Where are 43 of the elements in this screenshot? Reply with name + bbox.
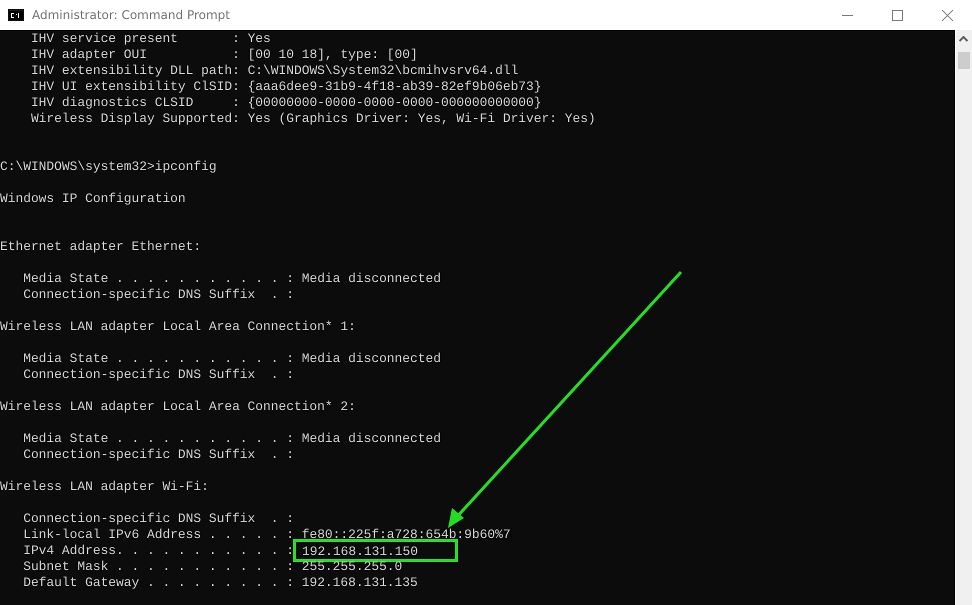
setting-value: {aaa6dee9-31b9-4f18-ab39-82ef9b06eb73} bbox=[248, 79, 542, 95]
scrollbar[interactable] bbox=[955, 30, 972, 605]
console-line: Wireless LAN adapter Local Area Connection* 1: bbox=[0, 319, 356, 335]
setting-label: Default Gateway . . . . . . . . . : bbox=[22, 575, 294, 591]
console-line: Connection-specific DNS Suffix . : bbox=[22, 447, 294, 463]
console-line: C:\WINDOWS\system32>ipconfig bbox=[0, 159, 217, 175]
console-line: Wireless LAN adapter Wi-Fi: bbox=[0, 479, 209, 495]
console-line: Wireless LAN adapter Local Area Connection* 2: bbox=[0, 399, 356, 415]
window-title: Administrator: Command Prompt bbox=[32, 8, 230, 22]
setting-label: IPv4 Address. . . . . . . . . . . : bbox=[22, 543, 294, 559]
console-line: Connection-specific DNS Suffix . : bbox=[22, 287, 294, 303]
setting-label: IHV service present : bbox=[30, 31, 240, 47]
setting-label: Media State . . . . . . . . . . . : bbox=[22, 431, 294, 447]
setting-label: IHV adapter OUI : bbox=[30, 47, 240, 63]
setting-value: fe80::225f:a728:654b:9b60%7 bbox=[302, 527, 511, 543]
setting-label: Media State . . . . . . . . . . . : bbox=[22, 351, 294, 367]
setting-label: IHV UI extensibility ClSID: bbox=[30, 79, 240, 95]
console-line: Connection-specific DNS Suffix . : bbox=[22, 511, 294, 527]
setting-value: Media disconnected bbox=[302, 351, 441, 367]
terminal-icon bbox=[8, 9, 24, 21]
setting-value: C:\WINDOWS\System32\bcmihvsrv64.dll bbox=[248, 63, 518, 79]
close-icon bbox=[942, 10, 952, 20]
setting-label: Subnet Mask . . . . . . . . . . . : bbox=[22, 559, 294, 575]
setting-value: 192.168.131.135 bbox=[302, 575, 418, 591]
setting-value: Yes bbox=[248, 31, 271, 47]
setting-value: [00 10 18], type: [00] bbox=[248, 47, 418, 63]
setting-value: 255.255.255.0 bbox=[302, 559, 402, 575]
setting-value: {00000000-0000-0000-0000-000000000000} bbox=[248, 95, 542, 111]
setting-label: Media State . . . . . . . . . . . : bbox=[22, 271, 294, 287]
console-line: Ethernet adapter Ethernet: bbox=[0, 239, 202, 255]
console-line: Connection-specific DNS Suffix . : bbox=[22, 367, 294, 383]
scroll-thumb[interactable] bbox=[958, 52, 970, 69]
setting-label: IHV diagnostics CLSID : bbox=[30, 95, 240, 111]
maximize-icon bbox=[892, 10, 902, 20]
setting-value: Media disconnected bbox=[302, 271, 441, 287]
setting-label: Link-local IPv6 Address . . . . . : bbox=[22, 527, 294, 543]
chevron-up-icon bbox=[959, 36, 968, 42]
setting-value: Yes (Graphics Driver: Yes, Wi-Fi Driver: Yes) bbox=[248, 111, 596, 127]
setting-value: Media disconnected bbox=[302, 431, 441, 447]
console-line: Windows IP Configuration bbox=[0, 191, 186, 207]
highlighted-value: 192.168.131.150 bbox=[296, 542, 456, 559]
setting-label: IHV extensibility DLL path: bbox=[30, 63, 240, 79]
setting-label: Wireless Display Supported: bbox=[30, 111, 240, 127]
